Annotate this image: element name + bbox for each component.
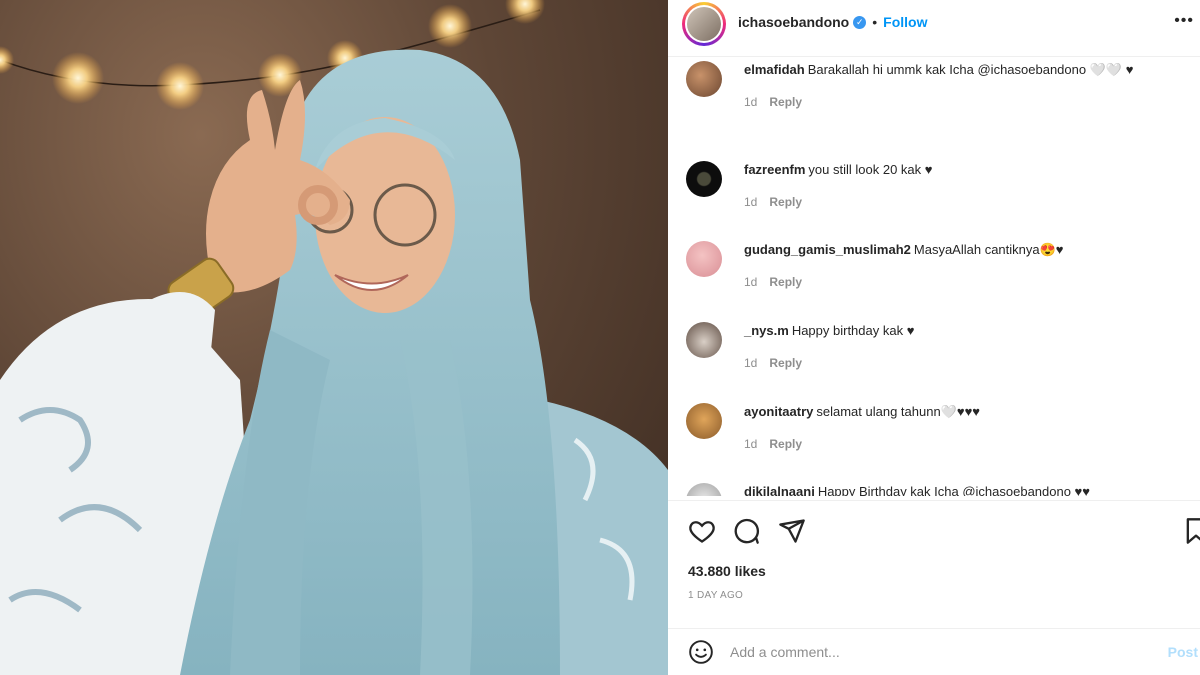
commenter-avatar[interactable] <box>686 403 722 439</box>
comment-text-line: fazreenfm you still look 20 kak ♥ <box>744 161 1184 179</box>
post-comment-button[interactable]: Post <box>1168 644 1198 660</box>
comment-text: selamat ulang tahunn🤍♥♥♥ <box>816 404 981 419</box>
comment-time: 1d <box>744 275 758 289</box>
comment-item: ayonitaatry selamat ulang tahunn🤍♥♥♥ 1d Re… <box>686 403 1184 451</box>
comment-body: _nys.m Happy birthday kak ♥ 1d Reply <box>744 322 1184 370</box>
comment-meta: 1d Reply <box>744 95 1184 109</box>
likes-count[interactable]: 43.880 likes <box>688 563 766 579</box>
photo-illustration <box>0 0 668 675</box>
comment-item: elmafidah Barakallah hi ummk kak Icha @ic… <box>686 61 1184 109</box>
post-username[interactable]: ichasoebandono <box>738 14 849 30</box>
comment-username[interactable]: fazreenfm <box>744 162 805 177</box>
profile-avatar[interactable] <box>682 2 726 46</box>
comment-body: elmafidah Barakallah hi ummk kak Icha @ic… <box>744 61 1184 109</box>
comment-text: MasyaAllah cantiknya😍♥ <box>913 242 1064 257</box>
comment-body: gudang_gamis_muslimah2 MasyaAllah cantikn… <box>744 241 1184 289</box>
commenter-avatar[interactable] <box>686 322 722 358</box>
commenter-avatar[interactable] <box>686 161 722 197</box>
comment-text-line: dikilalnaani Happy Birthday kak Icha @ich… <box>744 483 1184 496</box>
reply-button[interactable]: Reply <box>769 195 802 209</box>
reply-button[interactable]: Reply <box>769 275 802 289</box>
more-icon[interactable]: ••• <box>1174 12 1194 30</box>
comment-meta: 1d Reply <box>744 356 1184 370</box>
commenter-avatar[interactable] <box>686 61 722 97</box>
post-photo[interactable] <box>0 0 668 675</box>
comment-text: Happy birthday kak ♥ <box>791 323 915 338</box>
comment-username[interactable]: dikilalnaani <box>744 484 815 496</box>
comment-icon[interactable] <box>732 517 760 545</box>
comments-list[interactable]: elmafidah Barakallah hi ummk kak Icha @ic… <box>668 56 1200 496</box>
commenter-avatar[interactable] <box>686 241 722 277</box>
emoji-icon[interactable] <box>688 639 714 665</box>
verified-badge-icon: ✓ <box>853 15 867 29</box>
comment-body: fazreenfm you still look 20 kak ♥ 1d Reply <box>744 161 1184 209</box>
post-side-panel: ichasoebandono ✓ • Follow ••• elmafidah B… <box>668 0 1200 675</box>
comment-username[interactable]: ayonitaatry <box>744 404 813 419</box>
add-comment-bar: Post <box>668 628 1200 675</box>
comment-username[interactable]: _nys.m <box>744 323 789 338</box>
comment-username[interactable]: gudang_gamis_muslimah2 <box>744 242 911 257</box>
comment-input[interactable] <box>730 644 1130 660</box>
post-actions-bar <box>668 500 1200 560</box>
avatar-image <box>687 7 721 41</box>
header-separator: • <box>872 14 878 30</box>
avatar-inner-ring <box>685 5 723 43</box>
comment-text: Barakallah hi ummk kak Icha @ichasoeband… <box>807 62 1134 77</box>
comment-time: 1d <box>744 437 758 451</box>
comment-item: fazreenfm you still look 20 kak ♥ 1d Reply <box>686 161 1184 209</box>
comment-meta: 1d Reply <box>744 275 1184 289</box>
comment-text: you still look 20 kak ♥ <box>808 162 933 177</box>
comment-username[interactable]: elmafidah <box>744 62 805 77</box>
comment-time: 1d <box>744 95 758 109</box>
comment-meta: 1d Reply <box>744 195 1184 209</box>
comment-time: 1d <box>744 356 758 370</box>
comment-text: Happy Birthday kak Icha @ichasoebandono … <box>817 484 1090 496</box>
send-icon[interactable] <box>778 517 806 545</box>
heart-icon[interactable] <box>688 517 716 545</box>
comment-text-line: _nys.m Happy birthday kak ♥ <box>744 322 1184 340</box>
comment-text-line: gudang_gamis_muslimah2 MasyaAllah cantikn… <box>744 241 1184 259</box>
comment-time: 1d <box>744 195 758 209</box>
reply-button[interactable]: Reply <box>769 437 802 451</box>
comment-text-line: elmafidah Barakallah hi ummk kak Icha @ic… <box>744 61 1184 79</box>
comment-item: _nys.m Happy birthday kak ♥ 1d Reply <box>686 322 1184 370</box>
reply-button[interactable]: Reply <box>769 95 802 109</box>
comment-body: dikilalnaani Happy Birthday kak Icha @ich… <box>744 483 1184 496</box>
reply-button[interactable]: Reply <box>769 356 802 370</box>
comment-item: dikilalnaani Happy Birthday kak Icha @ich… <box>686 483 1184 496</box>
comment-item: gudang_gamis_muslimah2 MasyaAllah cantikn… <box>686 241 1184 289</box>
post-date: 1 DAY AGO <box>688 590 744 601</box>
commenter-avatar[interactable] <box>686 483 722 496</box>
comment-body: ayonitaatry selamat ulang tahunn🤍♥♥♥ 1d Re… <box>744 403 1184 451</box>
comment-text-line: ayonitaatry selamat ulang tahunn🤍♥♥♥ <box>744 403 1184 421</box>
follow-button[interactable]: Follow <box>883 14 927 30</box>
bookmark-icon[interactable] <box>1182 517 1200 545</box>
comment-meta: 1d Reply <box>744 437 1184 451</box>
post-header: ichasoebandono ✓ • Follow ••• <box>668 0 1200 46</box>
